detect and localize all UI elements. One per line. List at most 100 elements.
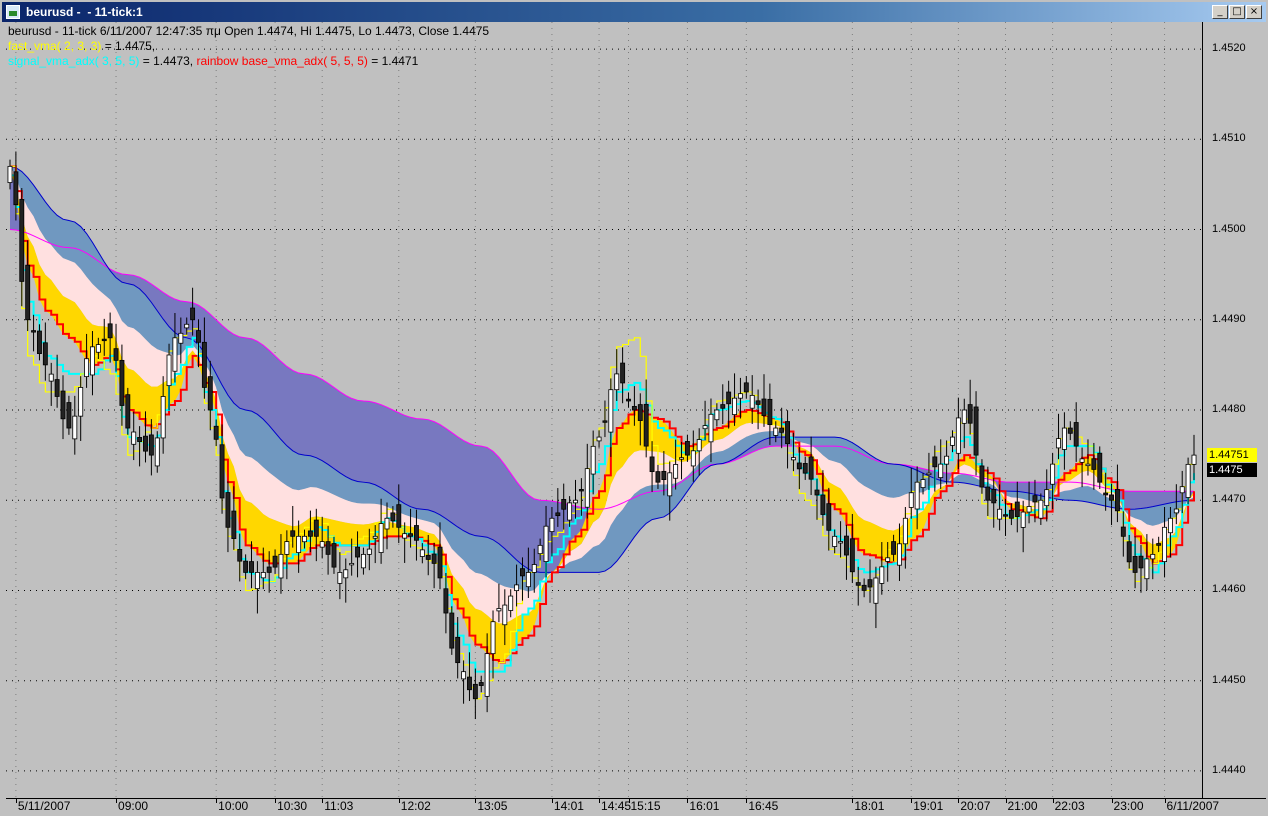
- candle-body: [390, 512, 396, 522]
- price-chart[interactable]: [6, 22, 1202, 798]
- maximize-button[interactable]: □: [1229, 5, 1245, 19]
- candle-body: [172, 337, 178, 372]
- candle-108: [643, 379, 649, 458]
- candle-body: [249, 561, 254, 573]
- candle-body: [307, 530, 313, 537]
- candle-body: [844, 535, 849, 556]
- time-tick-mark: [911, 798, 913, 803]
- title-bar[interactable]: beurusd - - 11-tick:1 _ □ ×: [2, 2, 1266, 22]
- candle-76: [455, 616, 461, 679]
- candle-137: [814, 478, 820, 520]
- candle-163: [967, 379, 973, 435]
- candle-body: [873, 577, 879, 604]
- candle-201: [1191, 434, 1197, 481]
- candle-body: [237, 549, 243, 562]
- candle-body: [166, 354, 172, 387]
- candle-body: [266, 566, 272, 573]
- close-button[interactable]: ×: [1246, 5, 1262, 19]
- candle-180: [1067, 421, 1073, 441]
- price-tick-label: 1.4500: [1212, 222, 1246, 235]
- candle-179: [1061, 412, 1067, 470]
- rainbow-bands: [10, 166, 1194, 663]
- rainbow-base-line: [10, 165, 1195, 664]
- candle-body: [1179, 486, 1185, 494]
- candle-body: [679, 457, 684, 460]
- candle-12: [78, 376, 84, 441]
- candle-100: [596, 430, 602, 448]
- candle-body: [1050, 463, 1056, 485]
- time-tick-mark: [475, 798, 477, 803]
- legend-signal-label: signal_vma_adx( 3, 5, 5): [8, 54, 140, 68]
- candle-body: [737, 393, 743, 399]
- candle-body: [184, 323, 190, 329]
- chart-plot-area[interactable]: beurusd - 11-tick 6/11/2007 12:47:35 πμ …: [6, 22, 1202, 798]
- candle-42: [254, 561, 260, 614]
- candle-body: [1150, 553, 1156, 560]
- candle-body: [861, 584, 867, 591]
- candle-body: [331, 543, 337, 568]
- minimize-button[interactable]: _: [1212, 5, 1228, 19]
- candle-body: [696, 439, 702, 452]
- candle-body: [567, 502, 573, 521]
- window-title: beurusd - - 11-tick:1: [26, 5, 143, 19]
- candle-body: [1167, 517, 1173, 534]
- candle-104: [620, 347, 626, 404]
- candle-body: [655, 471, 661, 483]
- candle-body: [879, 566, 885, 584]
- candle-188: [1114, 464, 1120, 523]
- candle-body: [514, 584, 520, 592]
- candle-body: [708, 413, 714, 443]
- candle-body: [820, 494, 826, 515]
- candle-192: [1138, 544, 1144, 593]
- candle-body: [973, 406, 979, 456]
- candle-body: [378, 523, 384, 553]
- candle-body: [855, 582, 861, 586]
- candle-body: [926, 472, 932, 476]
- candle-body: [219, 444, 225, 499]
- candle-8: [54, 354, 60, 408]
- candle-77: [461, 660, 467, 704]
- candle-body: [384, 517, 390, 530]
- candle-body: [755, 400, 761, 405]
- candle-body: [148, 434, 154, 456]
- legend-fast: fast_vma( 2, 3, 3) = 1.4475,: [8, 39, 155, 53]
- candle-body: [7, 165, 13, 184]
- candle-body: [1067, 427, 1073, 434]
- candle-body: [1132, 556, 1138, 573]
- candle-body: [95, 344, 101, 353]
- price-tick-label: 1.4490: [1212, 312, 1246, 325]
- candle-body: [902, 517, 908, 545]
- candle-body: [484, 653, 490, 697]
- fast-vma-line: [10, 165, 1195, 700]
- candle-body: [673, 464, 679, 479]
- time-tick-label: 11:03: [324, 799, 354, 813]
- candle-body: [296, 535, 302, 553]
- price-tick-label: 1.4440: [1212, 763, 1246, 776]
- candle-body: [997, 508, 1003, 520]
- candle-body: [502, 604, 508, 626]
- candle-body: [443, 588, 449, 614]
- candle-body: [408, 533, 414, 537]
- candle-body: [661, 470, 667, 481]
- candle-body: [938, 463, 944, 479]
- time-tick-mark: [958, 798, 960, 803]
- candle-body: [402, 533, 408, 539]
- candle-body: [885, 557, 891, 562]
- candle-body: [455, 636, 461, 664]
- candle-body: [260, 572, 266, 579]
- candle-176: [1044, 469, 1050, 522]
- candle-body: [531, 564, 537, 573]
- candle-body: [31, 330, 37, 333]
- candle-body: [1044, 489, 1050, 507]
- candle-body: [578, 489, 584, 492]
- candle-body: [113, 348, 119, 361]
- candle-body: [631, 405, 637, 411]
- candle-body: [490, 621, 496, 655]
- candle-body: [1003, 514, 1008, 517]
- candle-121: [720, 384, 726, 425]
- time-tick-mark: [1164, 798, 1166, 803]
- candle-body: [602, 420, 608, 423]
- candle-57: [343, 558, 349, 603]
- candle-body: [349, 562, 355, 566]
- candle-body: [1079, 458, 1085, 463]
